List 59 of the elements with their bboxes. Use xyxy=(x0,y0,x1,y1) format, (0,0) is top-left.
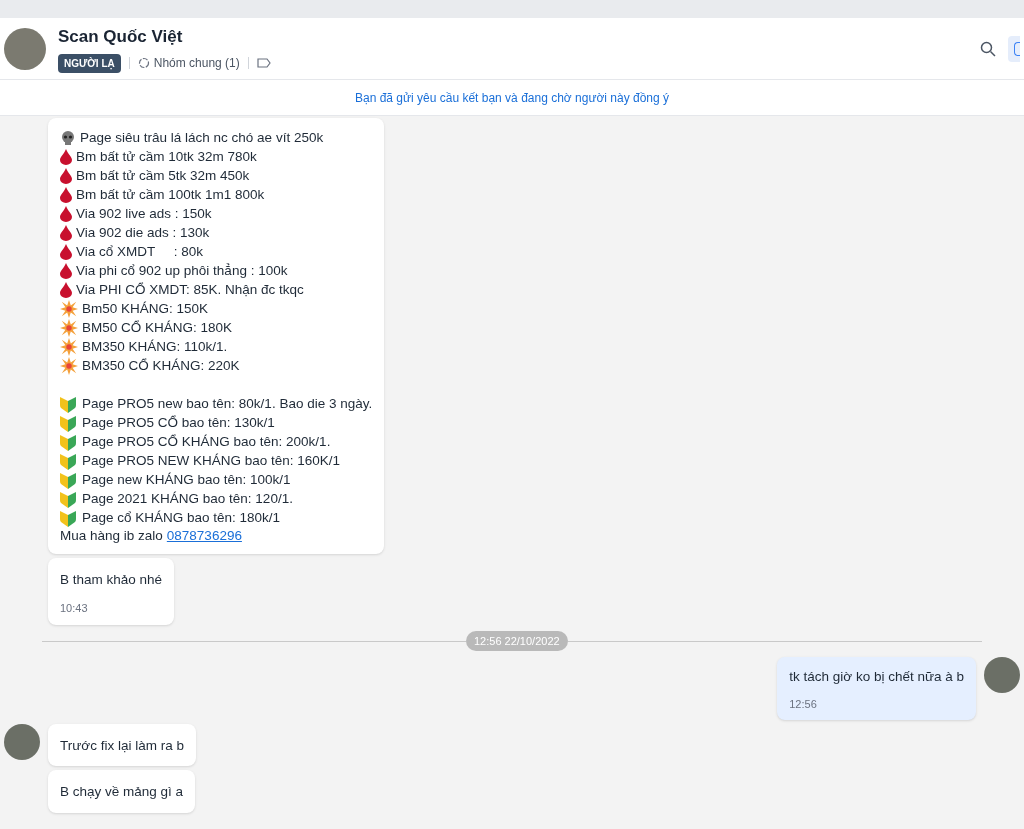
message-line: Page siêu trâu lá lách nc chó ae vít 250k xyxy=(80,129,324,147)
message-line: Via cổ XMDT : 80k xyxy=(76,243,204,261)
stranger-tag: NGƯỜI LẠ xyxy=(58,53,121,73)
blood-drop-icon xyxy=(60,243,72,260)
beginner-mark-icon xyxy=(60,489,76,508)
contact-name: Scan Quốc Việt xyxy=(58,26,184,49)
message-line: Page 2021 KHÁNG bao tên: 120/1. xyxy=(82,490,293,508)
message-time: 10:43 xyxy=(60,601,89,617)
blood-drop-icon xyxy=(60,281,72,298)
message-time: 12:56 xyxy=(789,696,818,712)
tag-icon[interactable] xyxy=(256,58,271,69)
message-text: B tham khảo nhé xyxy=(60,571,163,589)
message-line: Bm bất tử cầm 10tk 32m 780k xyxy=(76,148,257,166)
blood-drop-icon xyxy=(60,186,72,203)
blood-drop-icon xyxy=(60,167,72,184)
message-line: Page PRO5 NEW KHÁNG bao tên: 160K/1 xyxy=(82,452,341,470)
burst-icon xyxy=(60,299,78,318)
friend-request-notice: Bạn đã gửi yêu cầu kết bạn và đang chờ người này đồng ý xyxy=(355,89,669,107)
message-line: Bm bất tử cầm 100tk 1m1 800k xyxy=(76,186,265,204)
message-line: Page PRO5 new bao tên: 80k/1. Bao die 3 ngày. xyxy=(82,395,373,413)
message-line: Via 902 live ads : 150k xyxy=(76,205,212,223)
blood-drop-icon xyxy=(60,224,72,241)
group-icon xyxy=(137,57,150,70)
beginner-mark-icon xyxy=(60,451,76,470)
message-text: tk tách giờ ko bị chết nữa à b xyxy=(789,668,964,687)
beginner-mark-icon xyxy=(60,413,76,432)
message-line: Mua hàng ib zalo xyxy=(60,527,163,546)
burst-icon xyxy=(60,337,78,356)
burst-icon xyxy=(60,356,78,375)
beginner-mark-icon xyxy=(60,432,76,451)
message-line: Page PRO5 CỔ bao tên: 130k/1 xyxy=(82,414,275,432)
message-text: Trước fix lại làm ra b xyxy=(60,737,184,755)
message-line: Via PHI CỔ XMDT: 85K. Nhận đc tkqc xyxy=(76,281,304,299)
sidebar-toggle-icon[interactable] xyxy=(1008,35,1020,62)
message-line: Via phi cổ 902 up phôi thẳng : 100k xyxy=(76,262,288,280)
search-icon[interactable] xyxy=(980,40,996,57)
message-line: BM350 CỔ KHÁNG: 220K xyxy=(82,357,240,375)
message-line: Bm50 KHÁNG: 150K xyxy=(82,300,209,318)
message-line: Via 902 die ads : 130k xyxy=(76,224,210,242)
message-line: Page cổ KHÁNG bao tên: 180k/1 xyxy=(82,509,281,527)
avatar-photo-placeholder[interactable] xyxy=(984,657,1020,694)
message-line: BM350 KHÁNG: 110k/1. xyxy=(82,338,228,356)
phone-link[interactable]: 0878736296 xyxy=(166,526,242,547)
beginner-mark-icon xyxy=(60,470,76,489)
message-text: B chạy về mảng gì a xyxy=(60,783,184,802)
message-line: BM50 CỔ KHÁNG: 180K xyxy=(82,319,233,337)
blood-drop-icon xyxy=(60,205,72,222)
contact-avatar-placeholder[interactable] xyxy=(4,27,46,70)
common-groups-button[interactable]: Nhóm chung (1) xyxy=(137,54,240,73)
avatar-photo-placeholder[interactable] xyxy=(4,724,40,760)
blood-drop-icon xyxy=(60,148,72,165)
message-line: Page new KHÁNG bao tên: 100k/1 xyxy=(82,471,291,489)
message-line: Page PRO5 CỔ KHÁNG bao tên: 200k/1. xyxy=(82,433,331,451)
message-line: Bm bất tử cầm 5tk 32m 450k xyxy=(76,167,250,185)
blood-drop-icon xyxy=(60,262,72,279)
beginner-mark-icon xyxy=(60,394,76,413)
skull-icon xyxy=(60,130,76,145)
burst-icon xyxy=(60,318,78,337)
beginner-mark-icon xyxy=(60,508,76,527)
